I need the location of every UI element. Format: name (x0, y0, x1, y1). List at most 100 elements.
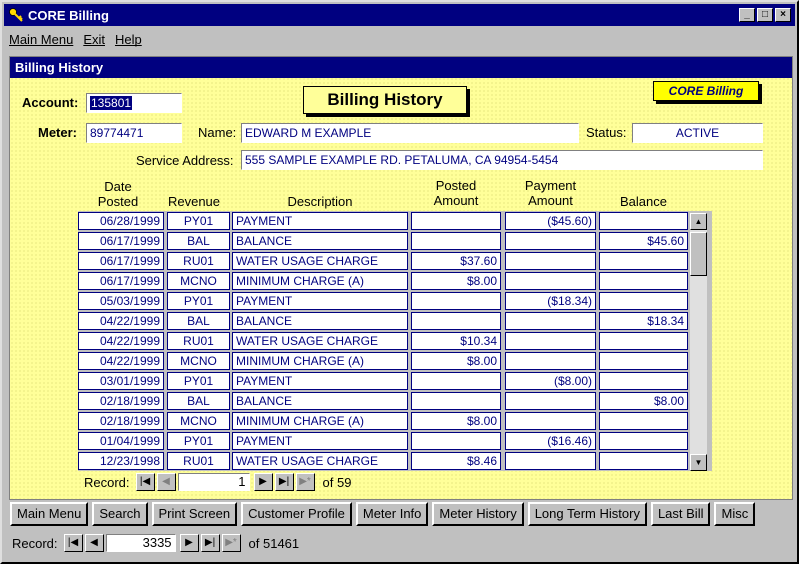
minimize-button[interactable]: _ (739, 8, 755, 22)
cell-balance[interactable]: $18.34 (599, 312, 688, 330)
cell-payment[interactable] (505, 232, 596, 250)
cell-description[interactable]: WATER USAGE CHARGE (232, 332, 408, 350)
cell-posted[interactable] (411, 212, 501, 230)
table-row[interactable]: 06/28/1999 PY01 PAYMENT ($45.60) (78, 211, 688, 231)
cell-revenue[interactable]: MCNO (167, 412, 230, 430)
main-record-number[interactable]: 3335 (105, 534, 176, 552)
table-row[interactable]: 12/23/1998 RU01 WATER USAGE CHARGE $8.46 (78, 451, 688, 471)
table-row[interactable]: 04/22/1999 RU01 WATER USAGE CHARGE $10.34 (78, 331, 688, 351)
cell-balance[interactable] (599, 372, 688, 390)
prev-record-icon[interactable]: ◀ (156, 473, 176, 491)
table-row[interactable]: 06/17/1999 RU01 WATER USAGE CHARGE $37.60 (78, 251, 688, 271)
cell-balance[interactable] (599, 352, 688, 370)
first-record-icon[interactable]: |◀ (135, 473, 155, 491)
table-row[interactable]: 05/03/1999 PY01 PAYMENT ($18.34) (78, 291, 688, 311)
name-field[interactable]: EDWARD M EXAMPLE (241, 123, 579, 143)
grid-record-number[interactable]: 1 (177, 473, 250, 491)
cell-payment[interactable] (505, 352, 596, 370)
cell-posted[interactable]: $37.60 (411, 252, 501, 270)
cell-date[interactable]: 03/01/1999 (78, 372, 164, 390)
cell-posted[interactable] (411, 432, 501, 450)
cell-balance[interactable]: $45.60 (599, 232, 688, 250)
cell-payment[interactable]: ($45.60) (505, 212, 596, 230)
scroll-up-icon[interactable]: ▲ (690, 213, 707, 230)
cell-revenue[interactable]: PY01 (167, 292, 230, 310)
cell-posted[interactable] (411, 292, 501, 310)
cell-revenue[interactable]: BAL (167, 392, 230, 410)
cell-payment[interactable] (505, 272, 596, 290)
cell-description[interactable]: BALANCE (232, 312, 408, 330)
cell-date[interactable]: 04/22/1999 (78, 332, 164, 350)
next-record-icon[interactable]: ▶ (253, 473, 273, 491)
cell-posted[interactable] (411, 312, 501, 330)
cell-description[interactable]: MINIMUM CHARGE (A) (232, 412, 408, 430)
table-row[interactable]: 03/01/1999 PY01 PAYMENT ($8.00) (78, 371, 688, 391)
cell-revenue[interactable]: PY01 (167, 212, 230, 230)
title-bar[interactable]: CORE Billing _ □ × (4, 4, 795, 26)
main-next-record-icon[interactable]: ▶ (179, 534, 199, 552)
cell-payment[interactable]: ($18.34) (505, 292, 596, 310)
cell-date[interactable]: 12/23/1998 (78, 452, 164, 470)
cell-date[interactable]: 02/18/1999 (78, 392, 164, 410)
cell-revenue[interactable]: RU01 (167, 332, 230, 350)
new-record-icon[interactable]: ▶* (295, 473, 315, 491)
cell-posted[interactable] (411, 392, 501, 410)
cell-balance[interactable] (599, 272, 688, 290)
cell-balance[interactable] (599, 292, 688, 310)
status-field[interactable]: ACTIVE (632, 123, 763, 143)
cell-posted[interactable]: $8.46 (411, 452, 501, 470)
history-grid[interactable]: 06/28/1999 PY01 PAYMENT ($45.60) 06/17/1999 B… (78, 211, 712, 471)
cell-revenue[interactable]: BAL (167, 312, 230, 330)
cell-description[interactable]: WATER USAGE CHARGE (232, 452, 408, 470)
cell-date[interactable]: 06/17/1999 (78, 272, 164, 290)
scroll-thumb[interactable] (690, 232, 707, 276)
long-term-history-button[interactable]: Long Term History (527, 502, 647, 526)
cell-payment[interactable]: ($16.46) (505, 432, 596, 450)
main-prev-record-icon[interactable]: ◀ (84, 534, 104, 552)
cell-description[interactable]: WATER USAGE CHARGE (232, 252, 408, 270)
cell-date[interactable]: 06/28/1999 (78, 212, 164, 230)
cell-revenue[interactable]: PY01 (167, 372, 230, 390)
cell-revenue[interactable]: PY01 (167, 432, 230, 450)
table-row[interactable]: 04/22/1999 BAL BALANCE $18.34 (78, 311, 688, 331)
table-row[interactable]: 06/17/1999 BAL BALANCE $45.60 (78, 231, 688, 251)
cell-posted[interactable] (411, 232, 501, 250)
cell-revenue[interactable]: RU01 (167, 452, 230, 470)
cell-description[interactable]: PAYMENT (232, 432, 408, 450)
account-field[interactable]: 135801 (86, 93, 182, 113)
cell-description[interactable]: PAYMENT (232, 292, 408, 310)
cell-payment[interactable] (505, 252, 596, 270)
table-row[interactable]: 06/17/1999 MCNO MINIMUM CHARGE (A) $8.00 (78, 271, 688, 291)
cell-revenue[interactable]: RU01 (167, 252, 230, 270)
cell-description[interactable]: PAYMENT (232, 212, 408, 230)
main-menu-button[interactable]: Main Menu (10, 502, 89, 526)
cell-date[interactable]: 04/22/1999 (78, 312, 164, 330)
cell-posted[interactable] (411, 372, 501, 390)
cell-description[interactable]: MINIMUM CHARGE (A) (232, 352, 408, 370)
menu-main-menu[interactable]: Main Menu (4, 32, 78, 47)
search-button[interactable]: Search (92, 502, 148, 526)
cell-posted[interactable]: $10.34 (411, 332, 501, 350)
cell-description[interactable]: MINIMUM CHARGE (A) (232, 272, 408, 290)
cell-description[interactable]: BALANCE (232, 232, 408, 250)
cell-balance[interactable] (599, 452, 688, 470)
meter-history-button[interactable]: Meter History (432, 502, 524, 526)
table-row[interactable]: 02/18/1999 BAL BALANCE $8.00 (78, 391, 688, 411)
close-button[interactable]: × (775, 8, 791, 22)
menu-exit[interactable]: Exit (78, 32, 110, 47)
main-last-record-icon[interactable]: ▶| (200, 534, 220, 552)
scroll-down-icon[interactable]: ▼ (690, 454, 707, 471)
cell-date[interactable]: 05/03/1999 (78, 292, 164, 310)
print-screen-button[interactable]: Print Screen (151, 502, 238, 526)
menu-help[interactable]: Help (110, 32, 147, 47)
cell-balance[interactable] (599, 212, 688, 230)
cell-payment[interactable] (505, 412, 596, 430)
vertical-scrollbar[interactable]: ▲ ▼ (690, 213, 707, 471)
cell-balance[interactable] (599, 252, 688, 270)
cell-date[interactable]: 02/18/1999 (78, 412, 164, 430)
cell-description[interactable]: BALANCE (232, 392, 408, 410)
cell-payment[interactable] (505, 312, 596, 330)
service-address-field[interactable]: 555 SAMPLE EXAMPLE RD. PETALUMA, CA 9495… (241, 150, 763, 170)
cell-date[interactable]: 01/04/1999 (78, 432, 164, 450)
meter-info-button[interactable]: Meter Info (355, 502, 429, 526)
